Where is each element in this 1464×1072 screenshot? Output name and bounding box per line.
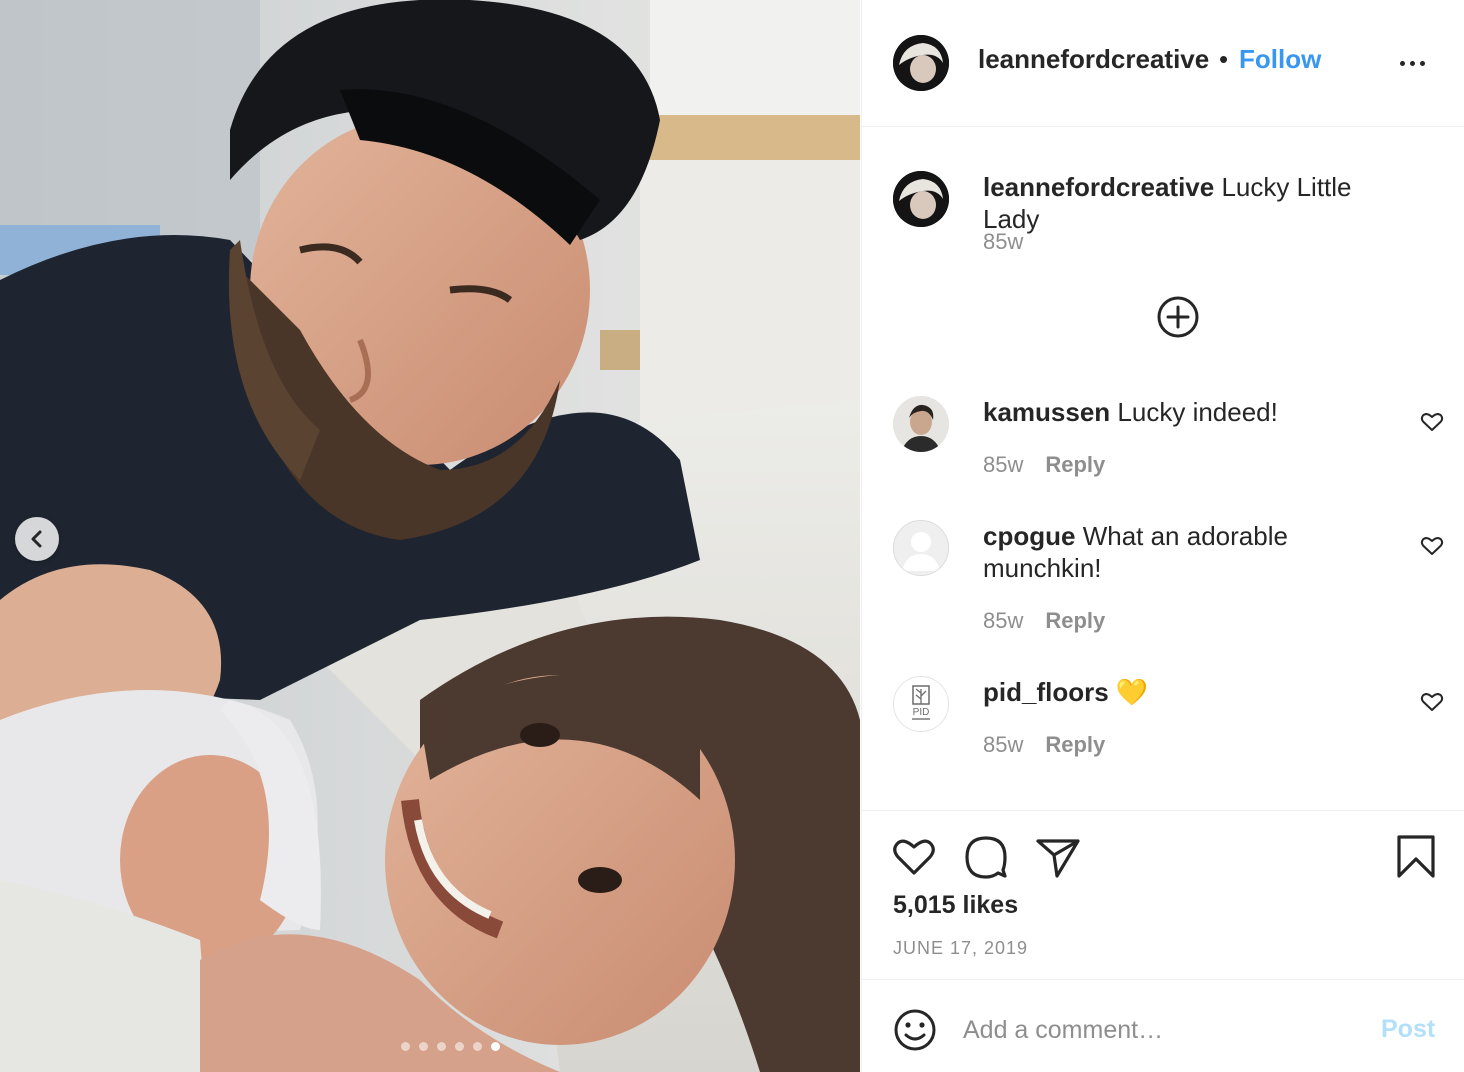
post-comment-button[interactable]: Post [1381, 1015, 1435, 1044]
comment-text-block: cpogue What an adorable munchkin! [983, 520, 1403, 584]
comment-time[interactable]: 85w [983, 608, 1023, 633]
caption-username[interactable]: leannefordcreative [983, 172, 1214, 202]
photo-illustration [0, 0, 860, 1072]
heart-outline-icon [1420, 537, 1444, 555]
caption-avatar-image [893, 171, 949, 227]
share-button[interactable] [1035, 834, 1081, 880]
commenter-avatar[interactable] [893, 396, 949, 452]
reply-button[interactable]: Reply [1045, 452, 1105, 477]
caption-text-block: leannefordcreative Lucky Little Lady [983, 171, 1403, 235]
caption-avatar[interactable] [893, 171, 949, 227]
comment-username[interactable]: cpogue [983, 521, 1075, 551]
comment-meta: 85w Reply [983, 608, 1105, 634]
comment-username[interactable]: kamussen [983, 397, 1110, 427]
save-button[interactable] [1393, 834, 1439, 880]
svg-text:PID: PID [913, 707, 930, 718]
smiley-face-icon [894, 1009, 936, 1051]
commenter-avatar-image [893, 396, 949, 452]
post-date[interactable]: JUNE 17, 2019 [893, 938, 1028, 959]
carousel-dot [400, 1042, 410, 1051]
carousel-dot [436, 1042, 446, 1051]
like-button[interactable] [891, 834, 937, 880]
comment-time[interactable]: 85w [983, 452, 1023, 477]
more-options-icon[interactable] [1392, 50, 1432, 76]
carousel-indicator [0, 1042, 860, 1054]
carousel-dot [418, 1042, 428, 1051]
heart-outline-icon [893, 839, 935, 875]
heart-outline-icon [1420, 693, 1444, 711]
commenter-avatar[interactable] [893, 520, 949, 576]
plus-circle-icon [1157, 296, 1199, 338]
likes-count[interactable]: 5,015 likes [893, 891, 1018, 920]
reply-button[interactable]: Reply [1045, 732, 1105, 757]
paper-plane-icon [1036, 839, 1080, 878]
comment-time[interactable]: 85w [983, 732, 1023, 757]
post-actions: 5,015 likes JUNE 17, 2019 [862, 810, 1464, 980]
default-avatar-icon [894, 521, 948, 575]
comments-list[interactable]: leannefordcreative Lucky Little Lady 85w [862, 127, 1464, 810]
like-comment-button[interactable] [1420, 690, 1444, 714]
comment-meta: 85w Reply [983, 452, 1105, 478]
commenter-avatar[interactable]: PID [893, 676, 949, 732]
author-avatar-image [893, 35, 949, 91]
author-username[interactable]: leannefordcreative [978, 44, 1209, 75]
author-avatar[interactable] [893, 35, 949, 91]
post-photo[interactable] [0, 0, 860, 1072]
load-more-comments-button[interactable] [1156, 295, 1200, 339]
post-detail-panel: leannefordcreative • Follow leannefordcr… [861, 0, 1464, 1072]
emoji-button[interactable] [893, 1008, 937, 1052]
comment-button[interactable] [963, 834, 1009, 880]
comment-text: 💛 [1115, 677, 1149, 707]
comment-text: Lucky indeed! [1117, 397, 1278, 427]
heart-outline-icon [1420, 413, 1444, 431]
comment-text-block: kamussen Lucky indeed! [983, 396, 1403, 428]
caption-meta: 85w [983, 229, 1023, 255]
bookmark-icon [1397, 835, 1435, 878]
separator-dot: • [1219, 44, 1229, 74]
carousel-dot-active [490, 1042, 500, 1051]
like-comment-button[interactable] [1420, 534, 1444, 558]
carousel-previous-button[interactable] [15, 517, 59, 561]
pid-floors-logo: PID [894, 677, 948, 731]
carousel-dot [472, 1042, 482, 1051]
reply-button[interactable]: Reply [1045, 608, 1105, 633]
follow-button[interactable]: Follow [1239, 44, 1321, 75]
comment-username[interactable]: pid_floors [983, 677, 1109, 707]
chevron-left-icon [31, 530, 42, 548]
post-header: leannefordcreative • Follow [862, 0, 1464, 127]
carousel-dot [454, 1042, 464, 1051]
comment-bubble-icon [965, 836, 1007, 879]
comment-input[interactable] [963, 1004, 1363, 1056]
comment-meta: 85w Reply [983, 732, 1105, 758]
like-comment-button[interactable] [1420, 410, 1444, 434]
caption-time[interactable]: 85w [983, 229, 1023, 254]
add-comment-form: Post [862, 980, 1464, 1072]
comment-text-block: pid_floors 💛 [983, 676, 1403, 708]
